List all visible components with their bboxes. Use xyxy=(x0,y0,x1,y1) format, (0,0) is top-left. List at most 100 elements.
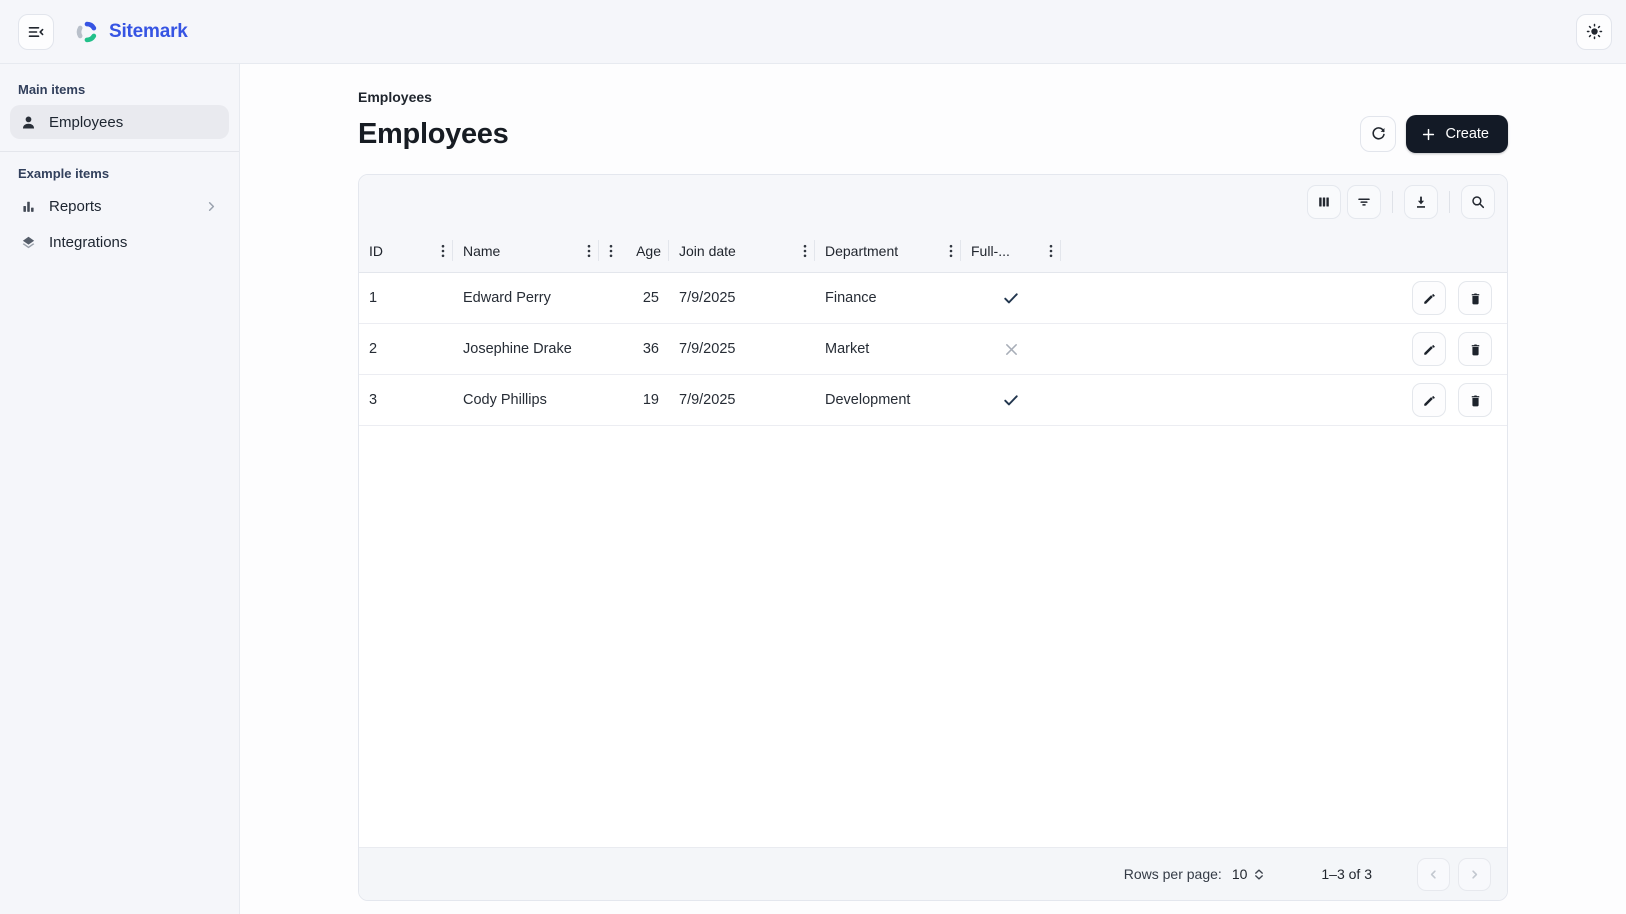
column-header-full_time[interactable]: Full-... xyxy=(961,229,1061,272)
column-menu-icon[interactable] xyxy=(581,244,591,258)
chevron-left-icon xyxy=(1426,867,1441,882)
column-header-label: Age xyxy=(636,243,661,259)
create-button[interactable]: Create xyxy=(1406,115,1508,153)
page-range-label: 1–3 of 3 xyxy=(1321,866,1372,882)
cell-age[interactable]: 19 xyxy=(599,375,669,425)
sidebar-item-reports[interactable]: Reports xyxy=(10,189,229,223)
cell-name[interactable]: Edward Perry xyxy=(453,273,599,323)
cell-full_time[interactable] xyxy=(961,324,1061,374)
trash-icon xyxy=(1468,291,1483,306)
cell-age[interactable]: 36 xyxy=(599,324,669,374)
theme-toggle-button[interactable] xyxy=(1576,14,1612,50)
cell-department[interactable]: Finance xyxy=(815,273,961,323)
edit-button[interactable] xyxy=(1412,383,1446,417)
table-row[interactable]: 2Josephine Drake367/9/2025Market xyxy=(359,324,1507,375)
chevron-right-icon xyxy=(1467,867,1482,882)
check-icon xyxy=(1002,391,1020,409)
column-menu-icon[interactable] xyxy=(943,244,953,258)
table-row[interactable]: 3Cody Phillips197/9/2025Development xyxy=(359,375,1507,426)
cell-id[interactable]: 2 xyxy=(359,324,453,374)
table-row[interactable]: 1Edward Perry257/9/2025Finance xyxy=(359,273,1507,324)
grid-body: 1Edward Perry257/9/2025Finance2Josephine… xyxy=(359,273,1507,426)
refresh-icon xyxy=(1370,126,1387,143)
cell-full_time[interactable] xyxy=(961,375,1061,425)
column-header-department[interactable]: Department xyxy=(815,229,961,272)
toolbar-divider xyxy=(1392,191,1393,213)
filter-button[interactable] xyxy=(1347,185,1381,219)
brand-logo[interactable]: Sitemark xyxy=(74,19,188,45)
column-header-join_date[interactable]: Join date xyxy=(669,229,815,272)
top-bar: Sitemark xyxy=(0,0,1626,64)
breadcrumb: Employees xyxy=(358,89,1508,106)
rows-per-page-value: 10 xyxy=(1232,866,1248,882)
download-icon xyxy=(1413,194,1429,210)
edit-button[interactable] xyxy=(1412,332,1446,366)
next-page-button[interactable] xyxy=(1458,858,1491,891)
cell-join_date[interactable]: 7/9/2025 xyxy=(669,375,815,425)
cell-department[interactable]: Market xyxy=(815,324,961,374)
cell-id[interactable]: 3 xyxy=(359,375,453,425)
prev-page-button[interactable] xyxy=(1417,858,1450,891)
column-header-label: Department xyxy=(825,243,898,259)
row-actions xyxy=(1061,273,1507,323)
cell-name[interactable]: Josephine Drake xyxy=(453,324,599,374)
column-menu-icon[interactable] xyxy=(435,244,445,258)
check-icon xyxy=(1002,289,1020,307)
cell-id[interactable]: 1 xyxy=(359,273,453,323)
delete-button[interactable] xyxy=(1458,332,1492,366)
page-title: Employees xyxy=(358,118,508,151)
cell-department[interactable]: Development xyxy=(815,375,961,425)
refresh-button[interactable] xyxy=(1360,116,1396,152)
plus-icon xyxy=(1421,127,1436,142)
delete-button[interactable] xyxy=(1458,383,1492,417)
rows-per-page-select[interactable]: 10 xyxy=(1232,866,1267,882)
grid-footer: Rows per page: 10 1–3 of 3 xyxy=(359,847,1507,900)
pencil-icon xyxy=(1422,291,1437,306)
sidebar-item-employees[interactable]: Employees xyxy=(10,105,229,139)
column-menu-icon[interactable] xyxy=(797,244,807,258)
column-header-age[interactable]: Age xyxy=(599,229,669,272)
cross-icon xyxy=(1003,341,1020,358)
layers-icon xyxy=(20,234,37,251)
column-header-label: ID xyxy=(369,243,383,259)
updown-chevron-icon xyxy=(1252,867,1266,882)
edit-button[interactable] xyxy=(1412,281,1446,315)
toolbar-divider xyxy=(1449,191,1450,213)
sidebar-divider xyxy=(0,151,239,152)
column-header-label: Join date xyxy=(679,243,736,259)
sidebar-section-main-items: Main items xyxy=(10,78,229,105)
cell-join_date[interactable]: 7/9/2025 xyxy=(669,273,815,323)
export-button[interactable] xyxy=(1404,185,1438,219)
cell-age[interactable]: 25 xyxy=(599,273,669,323)
cell-name[interactable]: Cody Phillips xyxy=(453,375,599,425)
brand-mark-icon xyxy=(74,19,100,45)
column-header-name[interactable]: Name xyxy=(453,229,599,272)
column-header-filler xyxy=(1061,229,1507,272)
cell-join_date[interactable]: 7/9/2025 xyxy=(669,324,815,374)
search-button[interactable] xyxy=(1461,185,1495,219)
delete-button[interactable] xyxy=(1458,281,1492,315)
bar-chart-icon xyxy=(20,198,37,215)
grid-toolbar xyxy=(359,175,1507,229)
rows-per-page-label: Rows per page: xyxy=(1124,866,1222,882)
filter-icon xyxy=(1356,194,1372,210)
sidebar: Main items Employees Example items Repor… xyxy=(0,64,240,914)
column-menu-icon[interactable] xyxy=(609,244,619,258)
menu-toggle-button[interactable] xyxy=(18,14,54,50)
cell-full_time[interactable] xyxy=(961,273,1061,323)
columns-icon xyxy=(1316,194,1332,210)
pagination-controls xyxy=(1417,858,1491,891)
column-header-label: Full-... xyxy=(971,243,1010,259)
column-header-id[interactable]: ID xyxy=(359,229,453,272)
column-menu-icon[interactable] xyxy=(1043,244,1053,258)
columns-button[interactable] xyxy=(1307,185,1341,219)
chevron-right-icon xyxy=(204,199,219,214)
menu-open-icon xyxy=(27,23,45,41)
row-actions xyxy=(1061,375,1507,425)
row-actions xyxy=(1061,324,1507,374)
column-header-label: Name xyxy=(463,243,500,259)
pencil-icon xyxy=(1422,342,1437,357)
main-content: Employees Employees xyxy=(240,64,1626,914)
grid-header-row: ID Name Age Join date Department Full-... xyxy=(359,229,1507,273)
sidebar-item-integrations[interactable]: Integrations xyxy=(10,225,229,259)
